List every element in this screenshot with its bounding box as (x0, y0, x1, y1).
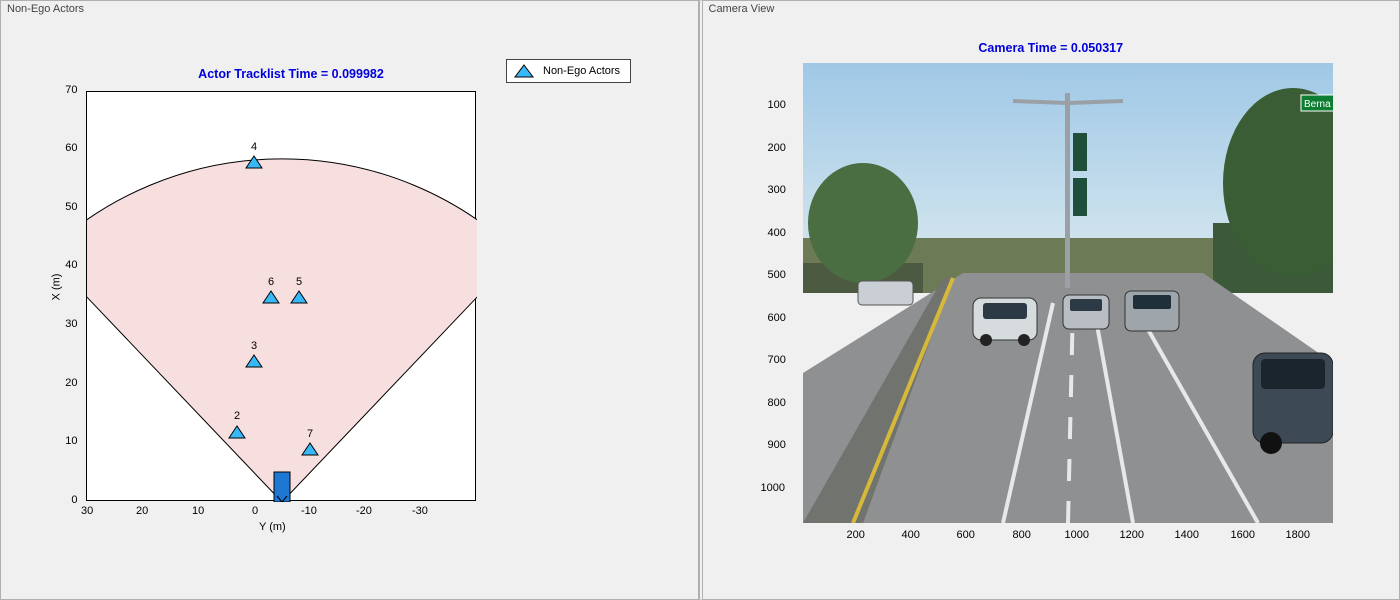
cam-xtick: 400 (902, 529, 920, 541)
actor-marker-3[interactable] (245, 354, 263, 368)
cam-xtick: 800 (1013, 529, 1031, 541)
camera-plot-title: Camera Time = 0.050317 (703, 41, 1400, 55)
actor-marker-4[interactable] (245, 155, 263, 169)
cam-xtick: 1000 (1065, 529, 1089, 541)
ytick: 50 (58, 201, 78, 213)
vehicle-ahead-1 (973, 298, 1037, 346)
actor-label-6: 6 (268, 276, 274, 288)
camera-image-axes[interactable]: Berna (803, 63, 1333, 523)
cam-xtick: 1400 (1175, 529, 1199, 541)
actor-plot-title: Actor Tracklist Time = 0.099982 (101, 67, 481, 81)
cam-xtick: 1200 (1120, 529, 1144, 541)
actor-label-3: 3 (251, 340, 257, 352)
actor-marker-7[interactable] (301, 442, 319, 456)
xtick: 0 (252, 505, 258, 517)
ytick: 10 (58, 435, 78, 447)
cam-xtick: 200 (847, 529, 865, 541)
actor-plot-axes[interactable]: 2 3 4 5 6 7 (86, 91, 476, 501)
ytick: 60 (58, 142, 78, 154)
y-axis-label: X (m) (50, 274, 62, 301)
camera-view-panel: Camera View Camera Time = 0.050317 (699, 0, 1400, 600)
panel-title-left: Non-Ego Actors (7, 3, 84, 15)
actor-label-5: 5 (296, 276, 302, 288)
vehicle-ahead-2 (1063, 295, 1109, 329)
svg-text:Berna: Berna (1304, 99, 1331, 110)
cam-xtick: 600 (957, 529, 975, 541)
x-axis-label: Y (m) (259, 521, 286, 533)
cam-ytick: 800 (768, 397, 786, 409)
camera-frame: Berna (803, 63, 1333, 523)
cam-ytick: 600 (768, 312, 786, 324)
ego-vehicle-icon (274, 472, 290, 502)
legend-marker-icon (513, 64, 535, 78)
ytick: 40 (58, 259, 78, 271)
actor-label-7: 7 (307, 428, 313, 440)
legend: Non-Ego Actors (506, 59, 631, 83)
xtick: -30 (412, 505, 428, 517)
cam-ytick: 500 (768, 269, 786, 281)
actor-marker-6[interactable] (262, 290, 280, 304)
panel-title-right: Camera View (709, 3, 775, 15)
cam-ytick: 900 (768, 439, 786, 451)
cam-ytick: 200 (768, 142, 786, 154)
xtick: -10 (301, 505, 317, 517)
actor-marker-5[interactable] (290, 290, 308, 304)
ytick: 0 (58, 494, 78, 506)
vehicle-right-close (1253, 353, 1333, 454)
cam-ytick: 100 (768, 99, 786, 111)
xtick: 10 (192, 505, 204, 517)
xtick: 30 (81, 505, 93, 517)
cam-ytick: 300 (768, 184, 786, 196)
actor-label-4: 4 (251, 141, 257, 153)
xtick: 20 (136, 505, 148, 517)
cam-xtick: 1800 (1286, 529, 1310, 541)
cam-ytick: 700 (768, 354, 786, 366)
non-ego-actors-panel: Non-Ego Actors Actor Tracklist Time = 0.… (0, 0, 699, 600)
ytick: 70 (58, 84, 78, 96)
sensor-fov (87, 92, 477, 502)
ytick: 20 (58, 377, 78, 389)
cam-ytick: 1000 (761, 482, 785, 494)
cam-ytick: 400 (768, 227, 786, 239)
xtick: -20 (356, 505, 372, 517)
cam-xtick: 1600 (1231, 529, 1255, 541)
actor-label-2: 2 (234, 410, 240, 422)
ytick: 30 (58, 318, 78, 330)
vehicle-ahead-3 (1125, 291, 1179, 331)
legend-label: Non-Ego Actors (543, 65, 620, 77)
actor-marker-2[interactable] (228, 425, 246, 439)
